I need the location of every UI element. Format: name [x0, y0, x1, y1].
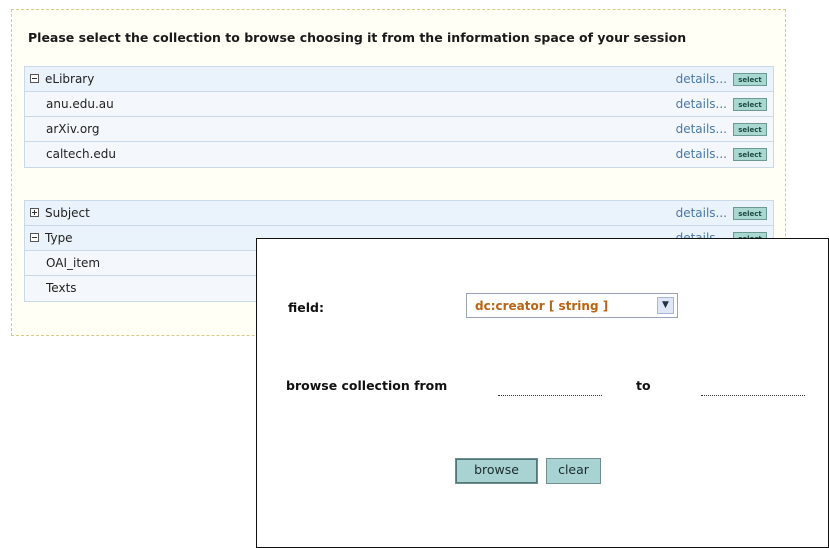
group-label[interactable]: Subject: [45, 206, 90, 220]
from-input[interactable]: [498, 395, 602, 396]
to-label: to: [636, 378, 651, 393]
select-button[interactable]: select: [733, 207, 767, 220]
field-select-value: dc:creator [ string ]: [475, 299, 609, 313]
collection-row: caltech.edu details... select: [25, 142, 773, 167]
group-header-subject: Subject details... select: [25, 201, 773, 226]
clear-button[interactable]: clear: [546, 458, 601, 484]
select-button[interactable]: select: [733, 98, 767, 111]
group-label[interactable]: Type: [45, 231, 73, 245]
details-link[interactable]: details...: [676, 122, 727, 136]
browse-button[interactable]: browse: [455, 458, 538, 484]
select-button[interactable]: select: [733, 73, 767, 86]
details-link[interactable]: details...: [676, 72, 727, 86]
details-link[interactable]: details...: [676, 147, 727, 161]
to-input[interactable]: [701, 395, 805, 396]
select-button[interactable]: select: [733, 148, 767, 161]
group-label[interactable]: eLibrary: [45, 72, 94, 86]
collection-label: arXiv.org: [46, 122, 100, 136]
details-link[interactable]: details...: [676, 206, 727, 220]
collection-label: OAI_item: [46, 256, 101, 270]
browse-dialog: field: dc:creator [ string ] ▼ browse co…: [256, 238, 829, 548]
details-link[interactable]: details...: [676, 97, 727, 111]
field-label: field:: [288, 300, 324, 315]
select-button[interactable]: select: [733, 123, 767, 136]
group-header-elibrary: eLibrary details... select: [25, 67, 773, 92]
collapse-icon[interactable]: [30, 233, 39, 242]
browse-from-label: browse collection from: [286, 378, 448, 393]
collection-row: anu.edu.au details... select: [25, 92, 773, 117]
collection-label: Texts: [46, 281, 77, 295]
collection-label: anu.edu.au: [46, 97, 114, 111]
field-select[interactable]: dc:creator [ string ] ▼: [466, 293, 678, 318]
panel-instructions: Please select the collection to browse c…: [28, 30, 687, 45]
group-elibrary: eLibrary details... select anu.edu.au de…: [24, 66, 774, 168]
expand-icon[interactable]: [30, 208, 39, 217]
chevron-down-icon[interactable]: ▼: [657, 297, 674, 314]
collection-row: arXiv.org details... select: [25, 117, 773, 142]
collapse-icon[interactable]: [30, 74, 39, 83]
collection-label: caltech.edu: [46, 147, 116, 161]
